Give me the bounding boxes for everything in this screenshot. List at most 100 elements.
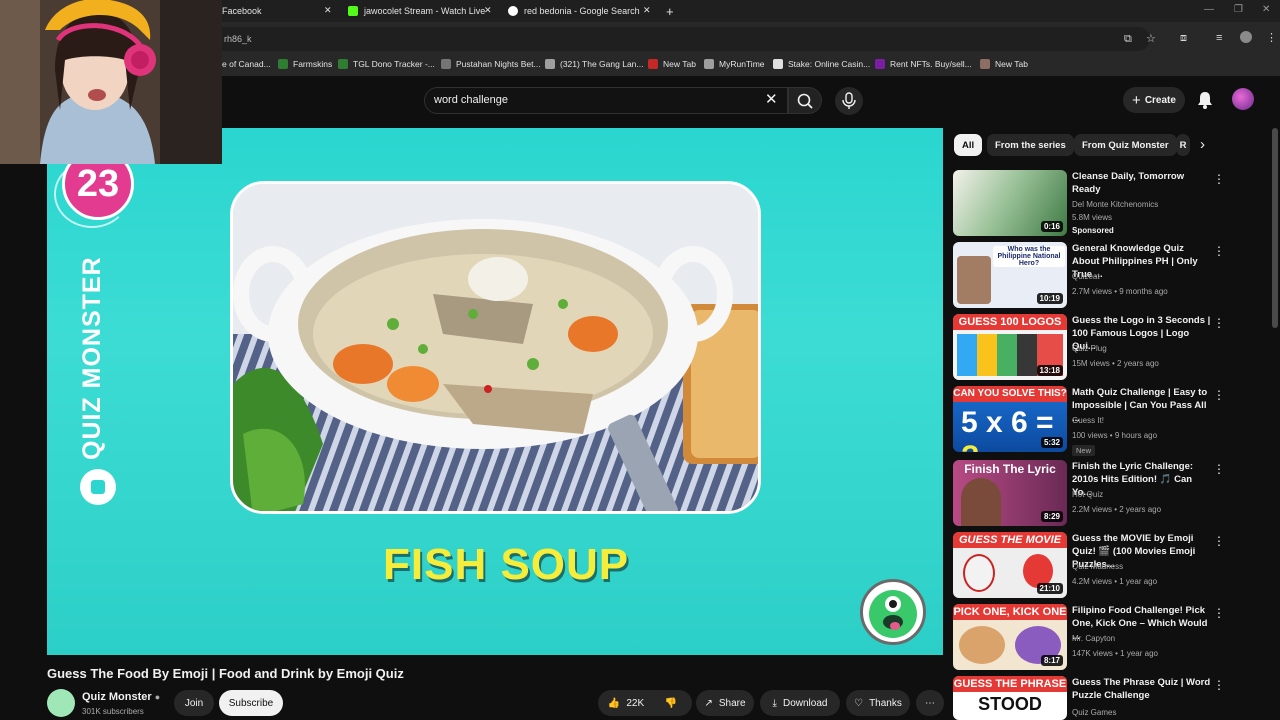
bookmark-item[interactable]: e of Canad... [222,59,271,69]
rec-title: Guess The Phrase Quiz | Word Puzzle Chal… [1072,677,1211,701]
bookmark-star-icon[interactable]: ☆ [1146,32,1156,45]
dislike-button[interactable]: 👎 [656,690,686,716]
chip-all[interactable]: All [954,134,983,156]
rec-menu-icon[interactable]: ⋮ [1213,534,1225,548]
bookmark-label: Rent NFTs. Buy/sell... [890,59,972,69]
duration-badge: 8:29 [1040,511,1063,522]
rec-menu-icon[interactable]: ⋮ [1213,462,1225,476]
channel-avatar[interactable] [47,689,75,717]
microphone-icon [842,92,856,109]
join-button[interactable]: Join [174,690,214,716]
rec-menu-icon[interactable]: ⋮ [1213,606,1225,620]
bookmark-item[interactable]: (321) The Gang Lan... [545,59,643,69]
duration-badge: 10:19 [1036,293,1063,304]
chip-from-series[interactable]: From the series [987,134,1074,156]
bookmark-item[interactable]: Farmskins [278,59,332,69]
rec-item[interactable]: Finish The Lyric 8:29 Finish the Lyric C… [953,460,1233,528]
subscribe-button[interactable]: Subscribe [219,690,283,716]
bookmark-label: Stake: Online Casin... [788,59,871,69]
singer-figure [961,478,1001,526]
bookmark-item[interactable]: New Tab [648,59,696,69]
create-button[interactable]: + Create [1123,87,1185,113]
omnibox[interactable]: rh86_k [210,27,1150,51]
tab-close-icon[interactable]: ✕ [484,5,492,16]
rec-menu-icon[interactable]: ⋮ [1213,678,1225,692]
install-app-icon[interactable]: ⧉ [1124,33,1132,46]
account-avatar[interactable] [1232,88,1254,110]
share-label: Share [718,697,746,709]
rec-thumbnail: GUESS THE PHRASE STOOD [953,676,1067,720]
rec-item[interactable]: CAN YOU SOLVE THIS? 5 x 6 = ? 5:32 Math … [953,386,1233,456]
duration-badge: 8:17 [1040,655,1063,666]
rec-item[interactable]: GUESS THE PHRASE STOOD Guess The Phrase … [953,676,1233,720]
rec-item[interactable]: 0:16 Cleanse Daily, Tomorrow Ready Del M… [953,170,1233,238]
quiz-monster-watermark: QUIZ MONSTER [78,256,106,460]
rec-thumbnail: Who was the Philippine National Hero? 10… [953,242,1067,308]
rec-meta: 15M views • 2 years ago [1072,359,1159,368]
bookmark-label: e of Canad... [222,59,271,69]
rec-thumbnail: Finish The Lyric 8:29 [953,460,1067,526]
search-button[interactable] [788,87,822,114]
bookmark-item[interactable]: New Tab [980,59,1028,69]
rec-item[interactable]: PICK ONE, KICK ONE 8:17 Filipino Food Ch… [953,604,1233,672]
rec-item[interactable]: GUESS THE MOVIE 21:10 Guess the MOVIE by… [953,532,1233,600]
minimize-icon[interactable]: — [1204,4,1214,15]
bookmark-item[interactable]: Rent NFTs. Buy/sell... [875,59,972,69]
thumbnail-caption: CAN YOU SOLVE THIS? [953,386,1067,402]
clown-emoji [963,554,995,592]
bookmark-item[interactable]: TGL Dono Tracker -... [338,59,435,69]
bookmark-item[interactable]: MyRunTime [704,59,765,69]
monster-illustration [869,590,917,638]
bookmark-icon [441,59,451,69]
tab-close-icon[interactable]: ✕ [643,5,651,16]
google-icon [508,6,518,16]
url-text: rh86_k [224,34,252,44]
chip-from-quiz-monster[interactable]: From Quiz Monster [1074,134,1177,156]
thanks-label: Thanks [869,697,902,709]
new-tab-plus-icon[interactable]: + [666,0,674,22]
notifications-bell-icon[interactable] [1196,90,1214,110]
tab-google-search[interactable]: red bedonia - Google Search [508,0,640,22]
share-button[interactable]: ↗ Share [696,690,754,716]
streamer-webcam-overlay [0,0,222,164]
tab-close-icon[interactable]: ✕ [324,5,332,16]
chip-partial[interactable]: R [1176,134,1190,156]
tab-facebook[interactable]: Facebook [222,0,262,22]
download-button[interactable]: ⤓ Download [760,690,840,716]
phrase-word: STOOD [978,694,1042,714]
duration-badge: 13:18 [1036,365,1063,376]
rec-menu-icon[interactable]: ⋮ [1213,244,1225,258]
thanks-button[interactable]: ♡ Thanks [846,690,910,716]
menu-kebab-icon[interactable]: ⋮ [1266,31,1277,44]
tab-kick-stream[interactable]: jawocolet Stream - Watch Live [348,0,485,22]
rec-menu-icon[interactable]: ⋮ [1213,172,1225,186]
clear-search-icon[interactable]: ✕ [765,90,778,108]
voice-search-button[interactable] [835,87,863,115]
rec-menu-icon[interactable]: ⋮ [1213,316,1225,330]
more-actions-button[interactable]: ⋯ [916,690,944,716]
duration-badge: 0:16 [1040,221,1063,232]
duration-badge: 21:10 [1036,583,1063,594]
bookmark-item[interactable]: Pustahan Nights Bet... [441,59,541,69]
create-label: Create [1144,94,1176,106]
extensions-icon[interactable]: ⧈ [1180,32,1187,45]
rec-menu-icon[interactable]: ⋮ [1213,388,1225,402]
like-button[interactable]: 👍 22K [598,690,654,716]
close-window-icon[interactable]: ✕ [1262,4,1270,15]
bookmark-item[interactable]: Stake: Online Casin... [773,59,870,69]
channel-name-row[interactable]: Quiz Monster ● [82,691,160,703]
chip-label: From Quiz Monster [1082,139,1169,151]
rec-meta: 4.2M views • 1 year ago [1072,577,1158,586]
plus-icon: + [1132,91,1141,109]
rec-item[interactable]: GUESS 100 LOGOS 13:18 Guess the Logo in … [953,314,1233,382]
profile-icon[interactable] [1240,31,1252,43]
media-controls-icon[interactable]: ≡ [1216,32,1222,44]
chevron-right-icon[interactable]: › [1200,136,1205,153]
chip-label: All [962,139,975,151]
more-icon: ⋯ [925,697,935,709]
page-scrollbar[interactable] [1272,128,1278,328]
chip-label: From the series [995,139,1066,151]
maximize-icon[interactable]: ❐ [1234,4,1243,15]
rec-item[interactable]: Who was the Philippine National Hero? 10… [953,242,1233,310]
webcam-feed [0,0,222,164]
